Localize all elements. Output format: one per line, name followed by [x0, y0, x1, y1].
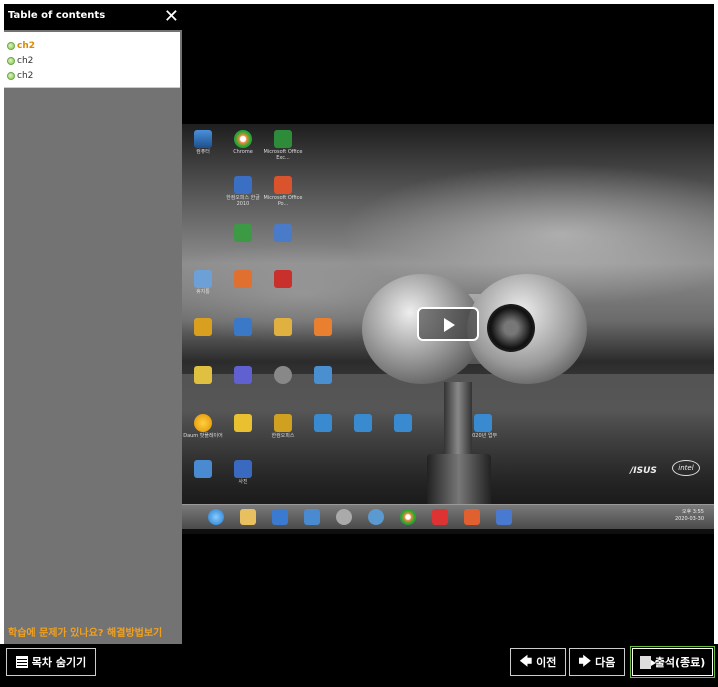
binocular-lens: [487, 304, 535, 352]
brand-logo: /ISUS: [630, 466, 657, 476]
app-icon: [274, 224, 292, 242]
desktop-label: Microsoft Office Po...: [263, 195, 303, 207]
close-icon[interactable]: ✕: [164, 4, 179, 30]
desktop-label: Chrome: [233, 149, 253, 155]
bullet-icon: [7, 56, 15, 65]
app-icon: [314, 318, 332, 336]
video-taskbar: 오후 3:55 2020-03-30: [182, 504, 714, 529]
arrow-right-icon: 🡆: [578, 653, 592, 668]
folder-icon: [274, 318, 292, 336]
arrow-left-icon: 🡄: [519, 653, 533, 668]
tray-clock: 오후 3:55 2020-03-30: [674, 509, 704, 522]
toc-sidebar: Table of contents ✕ ch2 ch2 ch2 학습에 문제가 …: [4, 4, 182, 644]
bullet-icon: [7, 71, 15, 80]
doc-icon: [474, 414, 492, 432]
binocular-base: [427, 454, 491, 509]
app-icon: [234, 414, 252, 432]
app-icon: [304, 509, 320, 525]
desktop-label: 한컴오피스: [271, 433, 295, 439]
hide-toc-button[interactable]: 목차 숨기기: [6, 648, 96, 676]
next-button[interactable]: 🡆 다음: [569, 648, 625, 676]
app-icon: [234, 366, 252, 384]
desktop-label: 컴퓨터: [196, 149, 210, 155]
app-icon: [336, 509, 352, 525]
powerpoint-icon: [274, 176, 292, 194]
prev-button[interactable]: 🡄 이전: [510, 648, 566, 676]
computer-icon: [194, 130, 212, 148]
folder-icon: [240, 509, 256, 525]
folder-icon: [274, 414, 292, 432]
toc-header: Table of contents ✕: [4, 4, 182, 30]
video-player[interactable]: 컴퓨터 Chrome Microsoft Office Exc... 한컴오피스…: [182, 4, 714, 644]
bottom-toolbar: 목차 숨기기 🡄 이전 🡆 다음 출석(종료): [0, 644, 718, 687]
desktop-label: 휴지통: [196, 289, 210, 295]
folder-icon: [194, 366, 212, 384]
folder-icon: [194, 318, 212, 336]
app-icon: [274, 270, 292, 288]
toc-list: ch2 ch2 ch2: [4, 32, 180, 88]
doc-icon: [394, 414, 412, 432]
list-icon: [15, 656, 28, 668]
next-label: 다음: [595, 656, 616, 669]
toc-item-label: ch2: [17, 40, 36, 51]
app-icon: [272, 509, 288, 525]
prev-label: 이전: [536, 656, 557, 669]
app-icon: [432, 509, 448, 525]
app-icon: [314, 366, 332, 384]
desktop-label: Daum 팟플레이어: [183, 433, 223, 439]
hide-toc-label: 목차 숨기기: [31, 656, 87, 669]
toc-item-label: ch2: [17, 70, 34, 81]
exit-label: 출석(종료): [654, 656, 706, 669]
app-icon: [234, 224, 252, 242]
recycle-bin-icon: [194, 270, 212, 288]
doc-icon: [354, 414, 372, 432]
exit-door-icon: [639, 655, 656, 669]
excel-icon: [274, 130, 292, 148]
play-button[interactable]: [417, 307, 479, 341]
app-icon: [464, 509, 480, 525]
potplayer-icon: [194, 414, 212, 432]
chrome-icon: [234, 130, 252, 148]
doc-icon: [314, 414, 332, 432]
exit-attendance-button[interactable]: 출석(종료): [630, 646, 715, 678]
intel-logo: intel: [672, 460, 700, 476]
app-icon: [274, 366, 292, 384]
ie-icon: [208, 509, 224, 525]
chrome-icon: [400, 509, 416, 525]
desktop-label: 한컴오피스 한글 2010: [226, 195, 260, 207]
hwp-icon: [234, 176, 252, 194]
desktop-label: 사진: [238, 479, 248, 485]
app-icon: [234, 318, 252, 336]
app-icon: [234, 460, 252, 478]
help-link[interactable]: 학습에 문제가 있나요? 해결방법보기: [8, 624, 162, 639]
bullet-icon: [7, 41, 15, 50]
toc-item[interactable]: ch2: [4, 68, 180, 83]
toc-item[interactable]: ch2: [4, 53, 180, 68]
toc-item[interactable]: ch2: [4, 38, 180, 53]
toc-item-label: ch2: [17, 55, 34, 66]
desktop-label: Microsoft Office Exc...: [263, 149, 303, 161]
toc-title: Table of contents: [8, 10, 106, 21]
app-icon: [194, 460, 212, 478]
app-icon: [234, 270, 252, 288]
app-icon: [496, 509, 512, 525]
app-icon: [368, 509, 384, 525]
